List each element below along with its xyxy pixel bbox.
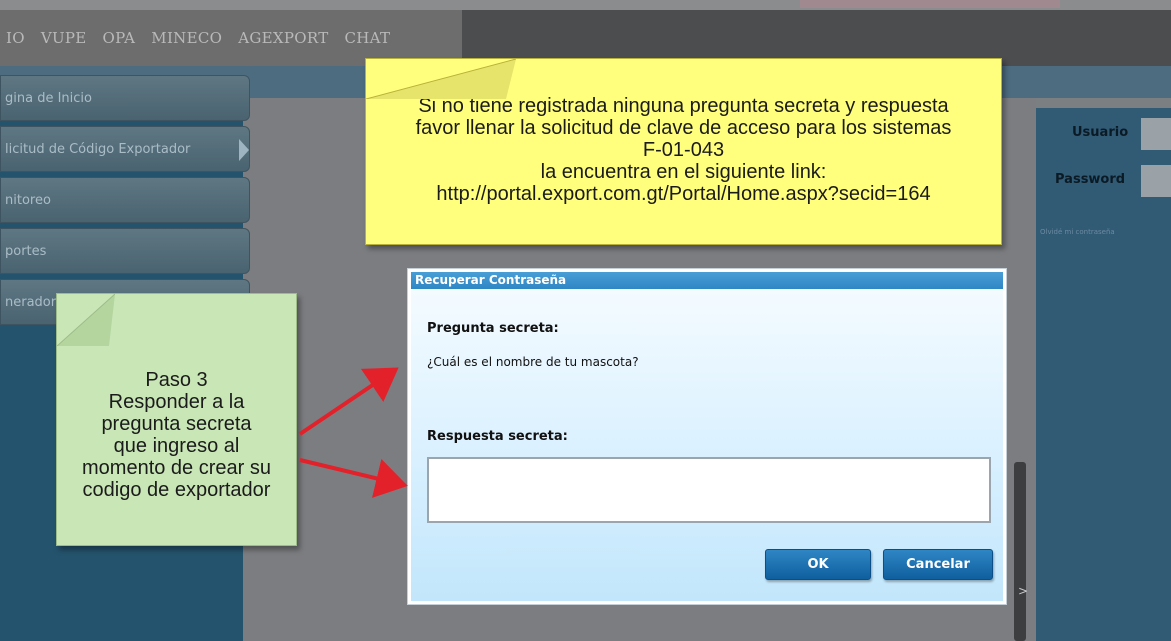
annotation-arrows: [298, 367, 408, 498]
arrow-to-question-icon: [298, 367, 399, 436]
arrow-to-answer-icon: [299, 458, 408, 498]
